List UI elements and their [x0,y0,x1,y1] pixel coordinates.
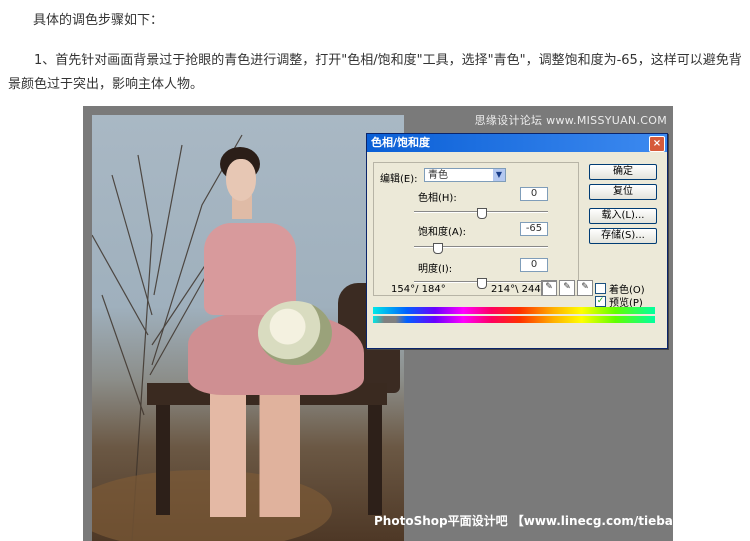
colorize-box[interactable] [595,283,606,294]
dialog-titlebar[interactable]: 色相/饱和度 × [367,134,667,152]
bench-leg [156,405,170,515]
adjust-group: 编辑(E): 青色 ▼ 色相(H): 0 饱和度(A): -65 明度(I): … [373,162,579,296]
save-button[interactable]: 存储(S)... [589,228,657,244]
checkmark-icon[interactable]: ✓ [595,296,606,307]
portrait-photo [92,115,404,541]
ok-button[interactable]: 确定 [589,164,657,180]
close-icon[interactable]: × [649,136,665,152]
adjusted-spectrum-bar[interactable] [373,316,655,323]
bottom-watermark: PhotoShop平面设计吧 【www.linecg.com/tieba/178… [374,514,673,528]
model-face [226,159,256,201]
range-right-readout: 214°\ 244° [491,284,546,295]
step1-text: 1、首先针对画面背景过于抢眼的青色进行调整，打开"色相/饱和度"工具，选择"青色… [8,53,742,92]
hue-slider-thumb[interactable] [477,208,487,219]
intro-text: 具体的调色步骤如下： [33,13,164,28]
saturation-input[interactable]: -65 [520,222,548,236]
hue-saturation-dialog: 色相/饱和度 × 编辑(E): 青色 ▼ 色相(H): 0 饱和度(A): -6… [366,133,668,349]
edit-channel-value: 青色 [428,170,448,181]
model-dress [204,223,296,315]
model-legs [210,387,300,517]
reset-button[interactable]: 复位 [589,184,657,200]
hue-spectrum-bar [373,307,655,314]
eyedropper-icon[interactable]: ✎ [541,280,557,296]
hue-label: 色相(H): [418,193,457,204]
tutorial-image: 思缘设计论坛 www.MISSYUAN.COM PhotoShop平面设计吧 【… [83,106,673,541]
lightness-input[interactable]: 0 [520,258,548,272]
dialog-title: 色相/饱和度 [371,136,431,149]
saturation-label: 饱和度(A): [418,227,467,238]
hue-input[interactable]: 0 [520,187,548,201]
top-watermark: 思缘设计论坛 www.MISSYUAN.COM [474,114,667,127]
chevron-down-icon[interactable]: ▼ [493,169,505,181]
eyedropper-plus-icon[interactable]: ✎ [559,280,575,296]
range-left-readout: 154°/ 184° [391,284,446,295]
flower-bouquet [258,301,332,365]
load-button[interactable]: 载入(L)... [589,208,657,224]
lightness-label: 明度(I): [418,264,453,275]
eyedropper-minus-icon[interactable]: ✎ [577,280,593,296]
bench-leg [368,405,382,515]
lightness-slider-thumb[interactable] [477,278,487,289]
edit-label: 编辑(E): [380,174,418,185]
edit-channel-select[interactable]: 青色 ▼ [424,168,506,182]
saturation-slider-thumb[interactable] [433,243,443,254]
